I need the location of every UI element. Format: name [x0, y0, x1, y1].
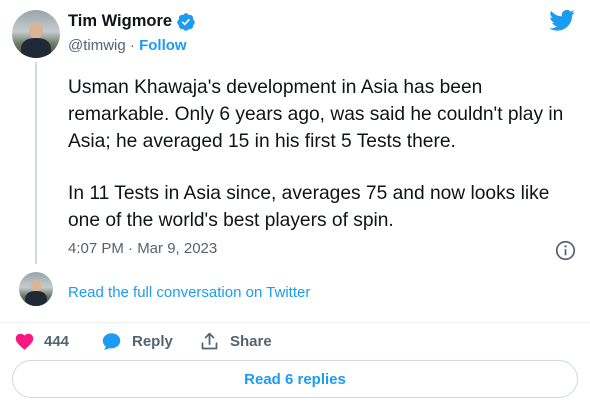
reply-button[interactable]: Reply	[101, 330, 173, 352]
author-avatar-small[interactable]	[19, 272, 53, 306]
tweet-paragraph: In 11 Tests in Asia since, averages 75 a…	[68, 183, 550, 231]
tweet-text: Usman Khawaja's development in Asia has …	[68, 74, 578, 234]
reply-bubble-icon	[102, 332, 121, 350]
embedded-tweet-card: Tim Wigmore @timwig · Follow Usman Khawa…	[0, 0, 590, 404]
read-replies-button[interactable]: Read 6 replies	[12, 360, 578, 398]
separator-dot: ·	[129, 37, 135, 54]
tweet-paragraph: Usman Khawaja's development in Asia has …	[68, 77, 564, 152]
share-icon	[201, 332, 218, 349]
heart-icon	[15, 333, 34, 350]
divider	[0, 322, 590, 323]
twitter-bird-icon[interactable]	[549, 9, 575, 32]
share-label: Share	[230, 332, 272, 350]
author-handle[interactable]: @timwig	[68, 37, 126, 54]
share-button[interactable]: Share	[199, 330, 272, 352]
read-conversation-link[interactable]: Read the full conversation on Twitter	[68, 284, 310, 301]
thread-line	[35, 62, 37, 264]
verified-badge-icon	[177, 13, 195, 31]
likes-count: 444	[44, 332, 70, 350]
follow-button[interactable]: Follow	[139, 37, 187, 54]
author-avatar[interactable]	[12, 10, 60, 58]
author-handle-line: @timwig · Follow	[68, 37, 187, 54]
info-icon[interactable]	[555, 240, 576, 261]
tweet-timestamp[interactable]: 4:07 PM · Mar 9, 2023	[68, 240, 217, 257]
author-name[interactable]: Tim Wigmore	[68, 12, 172, 31]
like-button[interactable]: 444	[14, 330, 69, 352]
reply-label: Reply	[132, 332, 173, 350]
